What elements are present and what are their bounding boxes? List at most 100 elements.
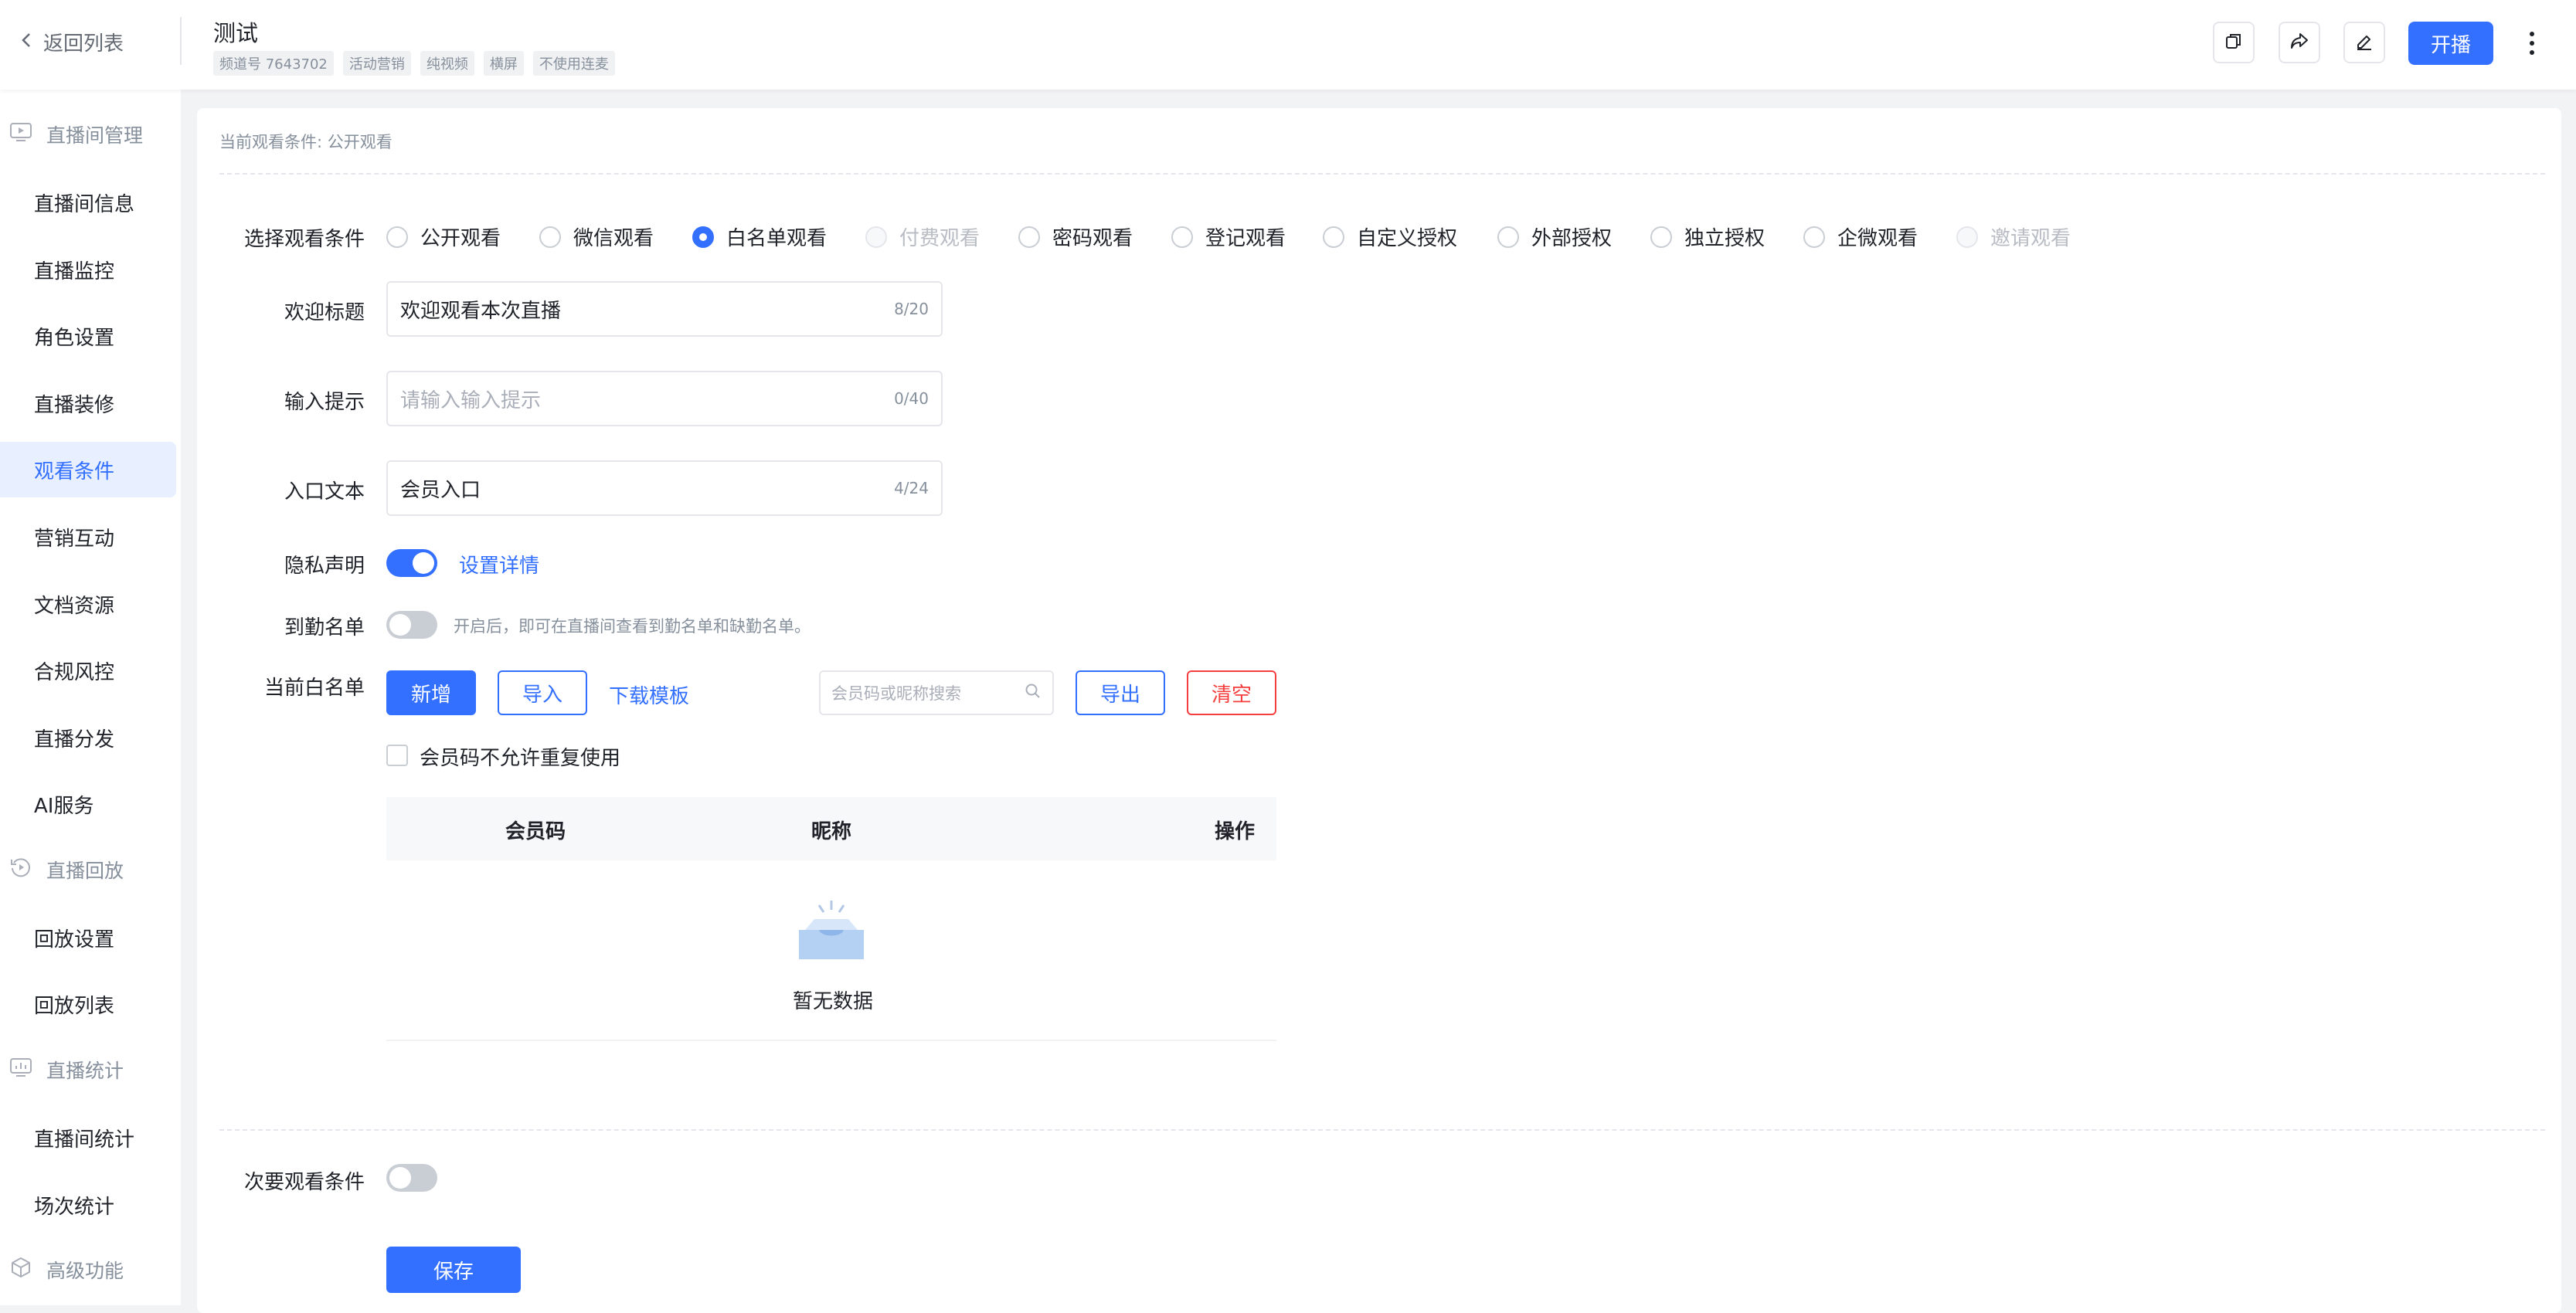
sidebar-item-roles[interactable]: 角色设置 [0, 308, 176, 364]
sidebar-item-documents[interactable]: 文档资源 [0, 576, 176, 632]
welcome-title-label: 欢迎标题 [284, 301, 365, 324]
chevron-left-icon [20, 31, 32, 54]
sidebar-item-monitor[interactable]: 直播监控 [0, 242, 176, 297]
stats-icon [9, 1057, 32, 1083]
empty-box-icon [796, 899, 867, 967]
welcome-title-input[interactable]: 欢迎观看本次直播 8/20 [386, 281, 943, 337]
save-button[interactable]: 保存 [386, 1247, 521, 1293]
start-live-button[interactable]: 开播 [2408, 22, 2493, 65]
sidebar-group-statistics: 直播统计 [9, 1056, 124, 1084]
radio-register[interactable]: 登记观看 [1171, 222, 1323, 251]
back-to-list-link[interactable]: 返回列表 [20, 28, 124, 56]
radio-external-auth[interactable]: 外部授权 [1497, 222, 1650, 251]
top-header: 返回列表 测试 频道号 7643702 活动营销 纯视频 横屏 不使用连麦 开播 [0, 0, 2576, 90]
radio-invite[interactable]: 邀请观看 [1956, 222, 2109, 251]
monitor-play-icon [9, 121, 32, 148]
input-prompt-label: 输入提示 [284, 391, 365, 414]
sidebar-item-marketing[interactable]: 营销互动 [0, 509, 176, 565]
radio-paid[interactable]: 付费观看 [865, 222, 1018, 251]
sidebar-group-advanced: 高级功能 [9, 1256, 124, 1284]
input-prompt-field[interactable]: 请输入输入提示 0/40 [386, 371, 943, 426]
back-label: 返回列表 [43, 32, 124, 56]
radio-label: 微信观看 [573, 227, 654, 250]
privacy-toggle[interactable] [386, 549, 437, 577]
header-divider [180, 17, 182, 65]
column-member-code: 会员码 [505, 820, 566, 843]
condition-radio-group: 公开观看 微信观看 白名单观看 付费观看 密码观看 登记观看 自定义授权 外部授… [386, 222, 2109, 251]
page-title: 测试 [213, 20, 259, 46]
share-button[interactable] [2279, 22, 2320, 63]
add-button[interactable]: 新增 [386, 670, 476, 715]
unique-code-checkbox[interactable] [386, 745, 408, 766]
channel-tags: 频道号 7643702 活动营销 纯视频 横屏 不使用连麦 [213, 51, 615, 76]
welcome-title-value: 欢迎观看本次直播 [400, 299, 562, 323]
sidebar-item-room-info[interactable]: 直播间信息 [0, 175, 176, 230]
export-button[interactable]: 导出 [1076, 670, 1165, 715]
sidebar-group-label: 直播间管理 [46, 124, 144, 147]
radio-circle [539, 226, 561, 248]
replay-icon [9, 856, 32, 884]
sidebar-item-compliance[interactable]: 合规风控 [0, 643, 176, 698]
radio-label: 公开观看 [420, 227, 501, 250]
radio-label: 邀请观看 [1990, 227, 2071, 250]
radio-whitelist[interactable]: 白名单观看 [692, 222, 865, 251]
attendance-label: 到勤名单 [284, 616, 365, 640]
import-button[interactable]: 导入 [498, 670, 587, 715]
empty-state-text: 暂无数据 [793, 990, 874, 1013]
edit-icon [2354, 31, 2374, 54]
sidebar-item-session-stats[interactable]: 场次统计 [0, 1177, 176, 1233]
entry-text-value: 会员入口 [400, 478, 481, 502]
radio-circle [1497, 226, 1519, 248]
sidebar-item-distribution[interactable]: 直播分发 [0, 710, 176, 765]
copy-button[interactable] [2213, 22, 2255, 63]
radio-label: 外部授权 [1531, 227, 1613, 250]
radio-circle [1323, 226, 1344, 248]
sidebar-item-room-stats[interactable]: 直播间统计 [0, 1110, 176, 1165]
radio-wecom[interactable]: 企微观看 [1803, 222, 1956, 251]
sidebar-item-decoration[interactable]: 直播装修 [0, 375, 176, 431]
current-condition-text: 当前观看条件: 公开观看 [219, 133, 393, 151]
radio-custom-auth[interactable]: 自定义授权 [1323, 222, 1497, 251]
char-counter: 8/20 [894, 300, 929, 318]
secondary-condition-toggle[interactable] [386, 1164, 437, 1192]
entry-text-input[interactable]: 会员入口 4/24 [386, 460, 943, 516]
radio-circle [1650, 226, 1672, 248]
more-vertical-icon[interactable] [2520, 23, 2544, 63]
search-input[interactable]: 会员码或昵称搜索 [819, 670, 1054, 715]
entry-text-label: 入口文本 [284, 480, 365, 504]
char-counter: 0/40 [894, 389, 929, 408]
scene-tag: 活动营销 [342, 51, 411, 76]
sidebar-group-label: 直播统计 [46, 1060, 124, 1082]
clear-button[interactable]: 清空 [1187, 670, 1276, 715]
attendance-toggle[interactable] [386, 611, 437, 639]
radio-label: 付费观看 [899, 227, 980, 250]
sidebar-item-replay-settings[interactable]: 回放设置 [0, 910, 176, 965]
radio-password[interactable]: 密码观看 [1018, 222, 1171, 251]
sidebar-group-label: 直播回放 [46, 860, 124, 882]
whitelist-table-header: 会员码 昵称 操作 [386, 797, 1276, 860]
divider [219, 1129, 2545, 1131]
privacy-settings-link[interactable]: 设置详情 [459, 550, 539, 578]
radio-circle [1171, 226, 1193, 248]
table-bottom-border [386, 1040, 1276, 1041]
sidebar-group-room-management: 直播间管理 [9, 120, 143, 148]
radio-circle-checked [692, 226, 714, 248]
search-placeholder: 会员码或昵称搜索 [831, 684, 961, 703]
mic-tag: 不使用连麦 [532, 51, 615, 76]
copy-icon [2224, 32, 2243, 53]
radio-public[interactable]: 公开观看 [386, 222, 539, 251]
radio-circle-disabled [865, 226, 887, 248]
orientation-tag: 横屏 [483, 51, 524, 76]
radio-circle [1018, 226, 1040, 248]
secondary-condition-label: 次要观看条件 [243, 1171, 365, 1194]
share-icon [2289, 32, 2309, 53]
divider [219, 173, 2545, 175]
radio-independent-auth[interactable]: 独立授权 [1650, 222, 1803, 251]
radio-wechat[interactable]: 微信观看 [539, 222, 692, 251]
radio-label: 登记观看 [1205, 227, 1286, 250]
download-template-link[interactable]: 下载模板 [609, 680, 689, 709]
sidebar-item-watch-conditions[interactable]: 观看条件 [0, 442, 176, 497]
edit-button[interactable] [2343, 22, 2385, 63]
sidebar-item-replay-list[interactable]: 回放列表 [0, 976, 176, 1032]
sidebar-item-ai-service[interactable]: AI服务 [0, 776, 176, 832]
